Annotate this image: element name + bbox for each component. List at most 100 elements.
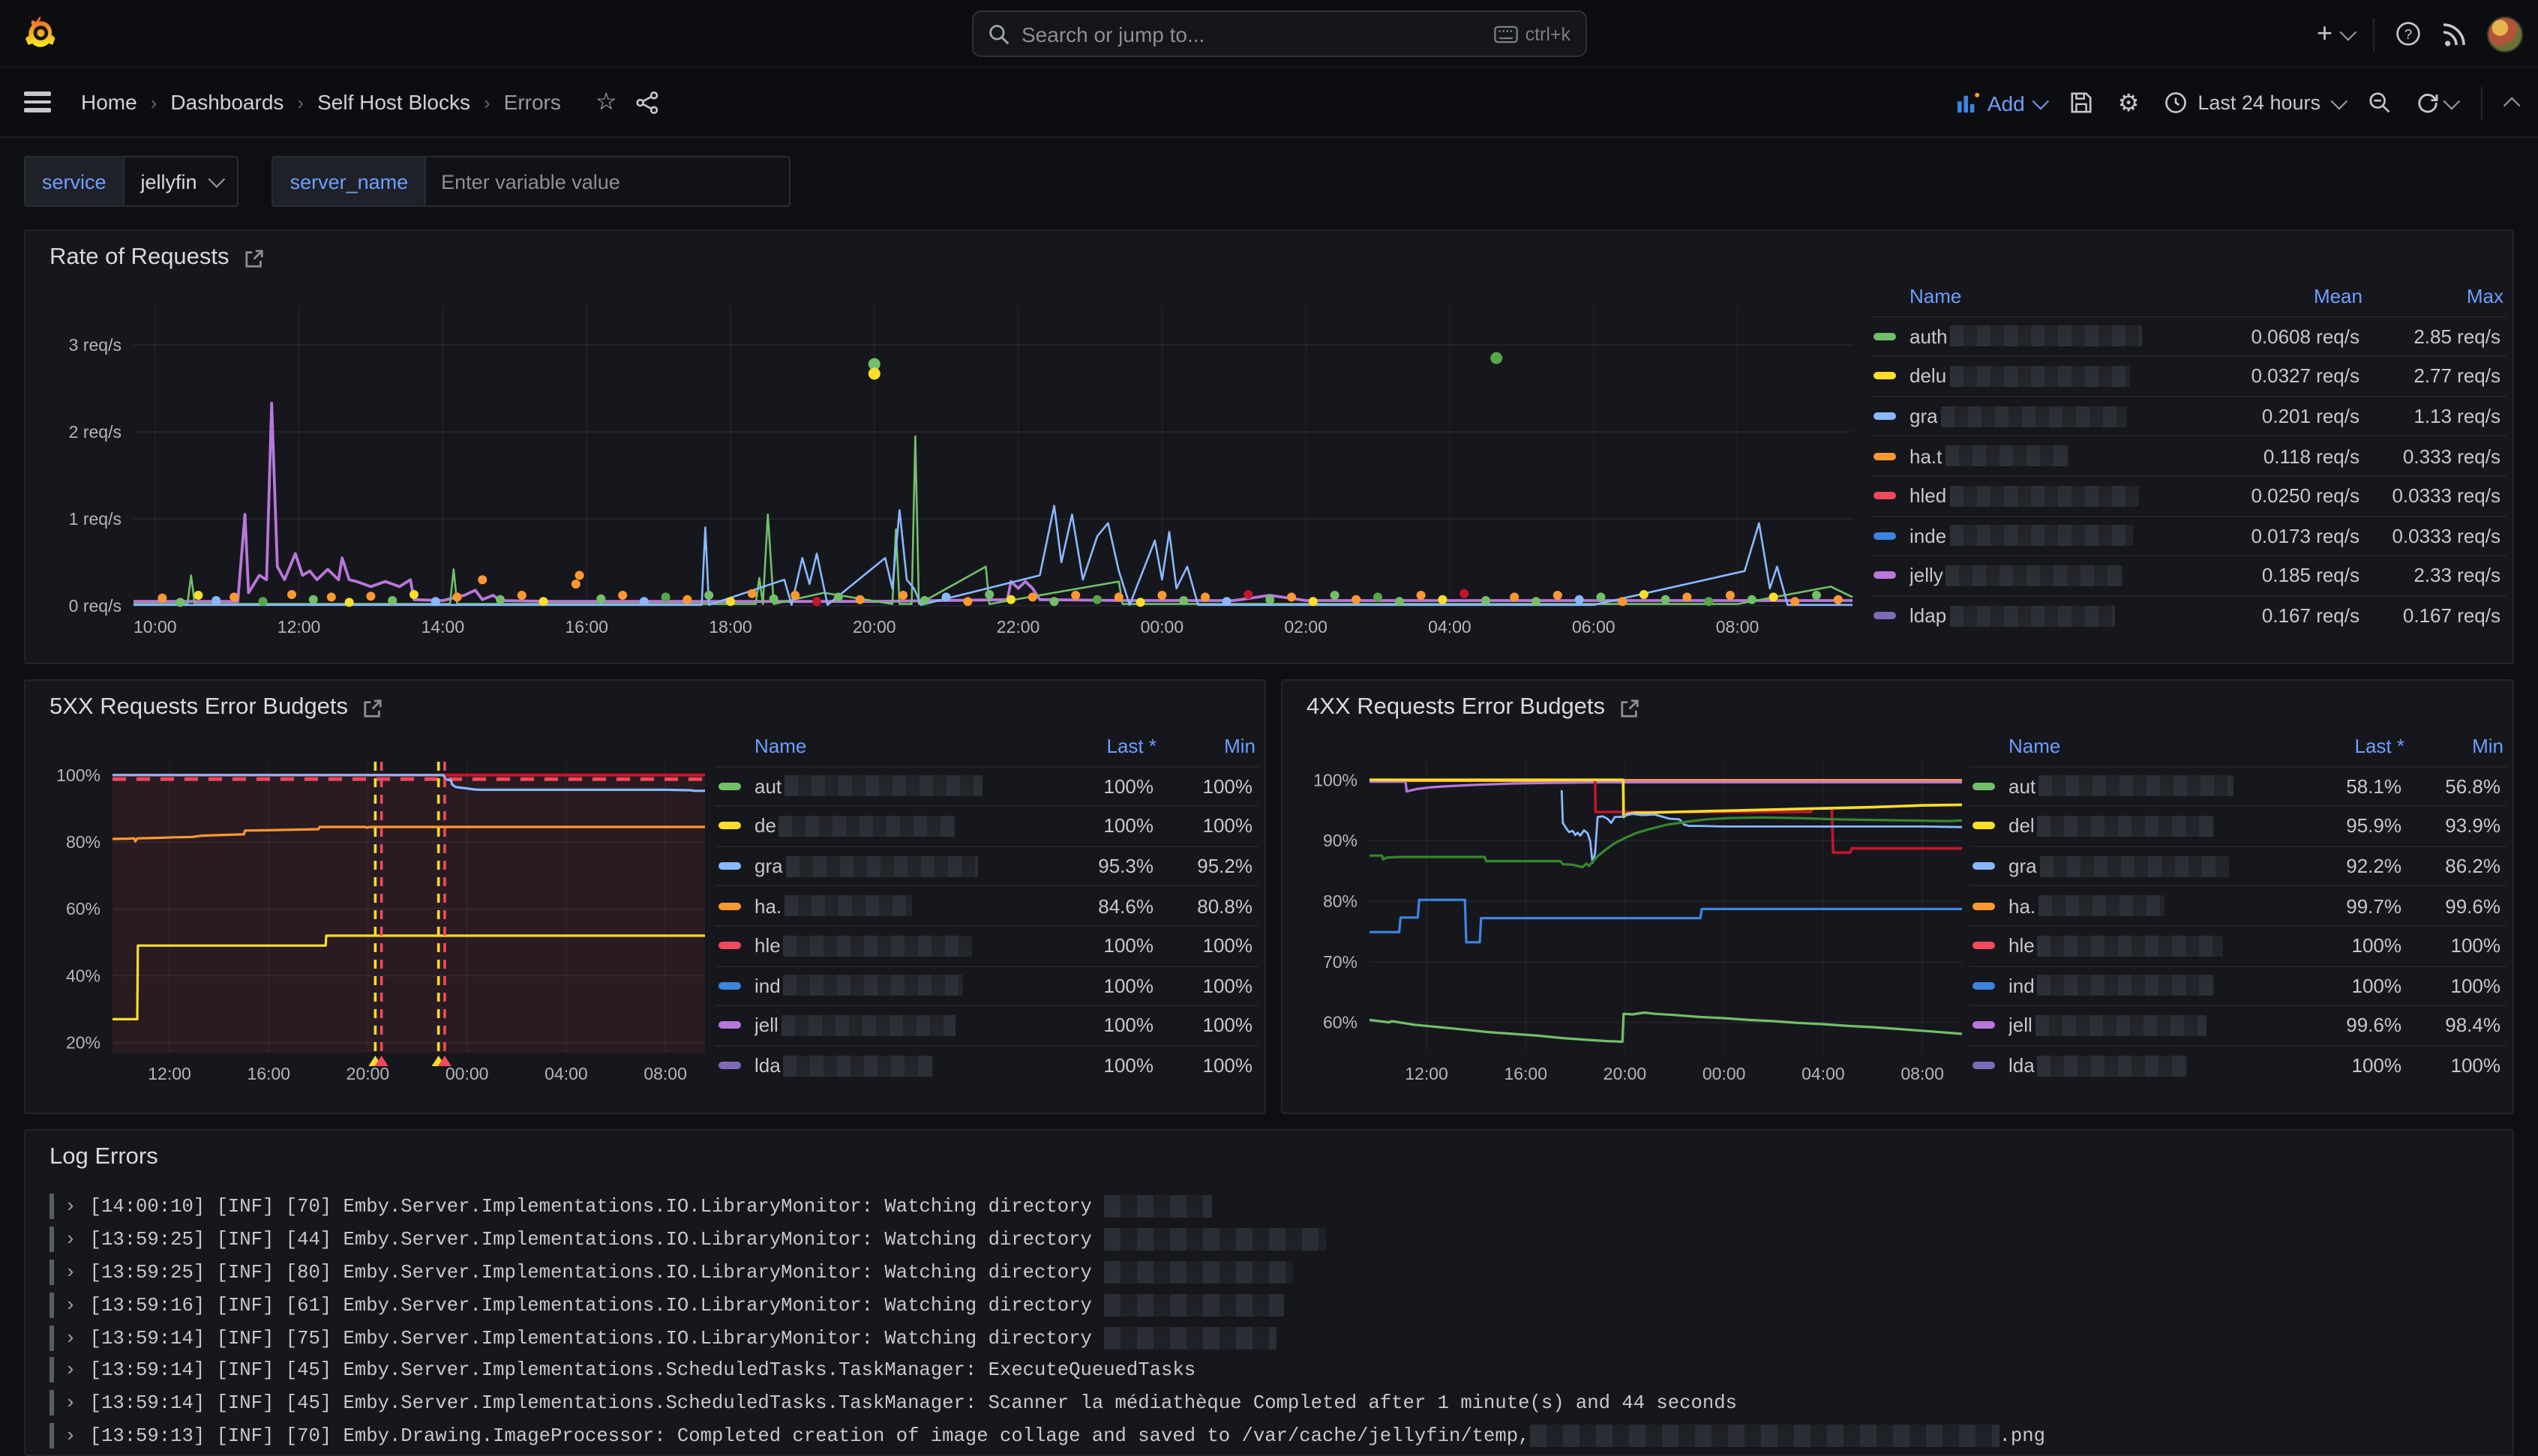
legend-series-name[interactable]: gra [1910,405,2198,427]
expand-caret-icon[interactable]: › [64,1359,76,1382]
share-icon[interactable] [637,91,659,113]
collapse-toolbar-icon[interactable] [2504,97,2521,114]
legend-series-name[interactable]: gra [754,855,1028,877]
legend-series-name[interactable]: hle [2008,935,2276,957]
global-search-box[interactable]: Search or jump to... ctrl+k [972,10,1587,57]
refresh-interval-dropdown[interactable] [2444,92,2461,109]
breadcrumb-dashboards[interactable]: Dashboards [170,90,284,114]
legend-column-header[interactable]: Name [2008,735,2276,757]
log-level-bar [50,1260,54,1285]
variable-server-name-input[interactable] [424,156,790,207]
rate-time-series-chart[interactable]: 0 req/s1 req/s2 req/s3 req/s10:0012:0014… [40,291,1864,654]
legend-series-name[interactable]: aut [754,775,1028,798]
5xx-time-series-chart[interactable]: 20%40%60%80%100%12:0016:0020:0000:0004:0… [34,741,712,1104]
legend-series-name[interactable]: jell [2008,1014,2276,1037]
expand-caret-icon[interactable]: › [64,1196,76,1218]
legend-column-header[interactable]: Last * [2276,735,2404,757]
expand-caret-icon[interactable]: › [64,1425,76,1447]
legend-series-name[interactable]: delu [1910,365,2198,388]
new-button[interactable]: + [2317,18,2352,49]
help-icon[interactable]: ? [2396,21,2421,46]
refresh-button[interactable] [2416,91,2456,114]
series-color-chip [1972,902,1995,909]
legend-value: 100% [1028,815,1156,837]
legend-series-name[interactable]: ldap [1910,604,2198,627]
panel-title[interactable]: 4XX Requests Error Budgets [1306,694,1640,721]
legend-series-name[interactable]: jell [754,1014,1028,1037]
legend-series-name[interactable]: lda [2008,1054,2276,1077]
grafana-logo-icon[interactable] [21,13,60,52]
legend-value: 93.9% [2404,815,2504,837]
legend-series-name[interactable]: aut [2008,775,2276,798]
expand-caret-icon[interactable]: › [64,1294,76,1317]
redacted-text [1949,605,2114,626]
menu-toggle-icon[interactable] [24,87,51,117]
time-range-picker[interactable]: Last 24 hours [2164,91,2343,114]
legend-series-name[interactable]: hled [1910,485,2198,508]
legend-series-name[interactable]: inde [1910,525,2198,547]
legend-series-name[interactable]: gra [2008,855,2276,877]
panel-title[interactable]: Rate of Requests [50,244,264,271]
svg-text:2 req/s: 2 req/s [69,422,122,442]
legend-series-name[interactable]: ind [2008,975,2276,997]
legend-value: 100% [2276,935,2404,957]
expand-caret-icon[interactable]: › [64,1326,76,1349]
save-dashboard-button[interactable] [2070,91,2092,114]
legend-value: 100% [2404,1054,2504,1077]
legend-series-name[interactable]: lda [754,1054,1028,1077]
legend-series-name[interactable]: de [754,815,1028,837]
dashboard-settings-button[interactable]: ⚙ [2118,88,2140,118]
svg-text:12:00: 12:00 [1405,1064,1448,1083]
news-rss-icon[interactable] [2442,22,2466,46]
legend-value: 0.0333 req/s [2362,485,2504,508]
favorite-star-icon[interactable]: ☆ [596,87,617,117]
log-row: ›[14:00:10] [INF] [70] Emby.Server.Imple… [50,1191,2498,1224]
panel-title[interactable]: 5XX Requests Error Budgets [50,694,382,721]
expand-caret-icon[interactable]: › [64,1261,76,1284]
legend-row: jelly0.185 req/s2.33 req/s [1870,555,2506,595]
external-link-icon[interactable] [244,248,264,268]
legend-column-header[interactable]: Mean [2198,285,2362,307]
legend-row: gra0.201 req/s1.13 req/s [1870,396,2506,436]
redacted-text [2040,855,2229,876]
legend-series-name[interactable]: ind [754,975,1028,997]
legend-column-header[interactable]: Max [2362,285,2504,307]
redacted-text [786,855,978,876]
legend-row: jell100%100% [716,1005,1258,1044]
legend-column-header[interactable]: Name [754,735,1028,757]
expand-caret-icon[interactable]: › [64,1392,76,1414]
external-link-icon[interactable] [1620,698,1640,718]
series-color-chip [1874,412,1896,420]
add-panel-button[interactable]: Add [1956,91,2044,115]
legend-series-name[interactable]: ha. [754,894,1028,917]
svg-text:1 req/s: 1 req/s [69,509,122,529]
legend-series-name[interactable]: ha. [2008,894,2276,917]
legend-series-name[interactable]: ha.t [1910,445,2198,467]
svg-text:00:00: 00:00 [1141,617,1184,637]
expand-caret-icon[interactable]: › [64,1228,76,1251]
legend-series-name[interactable]: del [2008,815,2276,837]
svg-text:90%: 90% [1323,831,1358,850]
series-color-chip [1874,493,1896,500]
zoom-out-button[interactable] [2368,91,2391,114]
4xx-time-series-chart[interactable]: 60%70%80%90%100%12:0016:0020:0000:0004:0… [1292,741,1970,1104]
svg-text:22:00: 22:00 [997,617,1040,637]
legend-column-header[interactable]: Min [1156,735,1256,757]
legend-series-name[interactable]: auth [1910,325,2198,348]
external-link-icon[interactable] [363,698,382,718]
breadcrumb-home[interactable]: Home [81,90,137,114]
legend-series-name[interactable]: hle [754,935,1028,957]
panel-title[interactable]: Log Errors [50,1144,158,1171]
legend-value: 0.333 req/s [2362,445,2504,467]
breadcrumb: Home › Dashboards › Self Host Blocks › E… [81,87,659,117]
legend-column-header[interactable]: Name [1910,285,2198,307]
user-avatar[interactable] [2487,16,2523,52]
redacted-text [2038,975,2215,996]
legend-series-name[interactable]: jelly [1910,565,2198,587]
legend-row: ind100%100% [716,965,1258,1005]
legend-header-row: NameMeanMax [1870,276,2506,316]
legend-column-header[interactable]: Min [2404,735,2504,757]
breadcrumb-folder[interactable]: Self Host Blocks [317,90,470,114]
variable-service-select[interactable]: jellyfin [123,156,239,207]
legend-column-header[interactable]: Last * [1028,735,1156,757]
